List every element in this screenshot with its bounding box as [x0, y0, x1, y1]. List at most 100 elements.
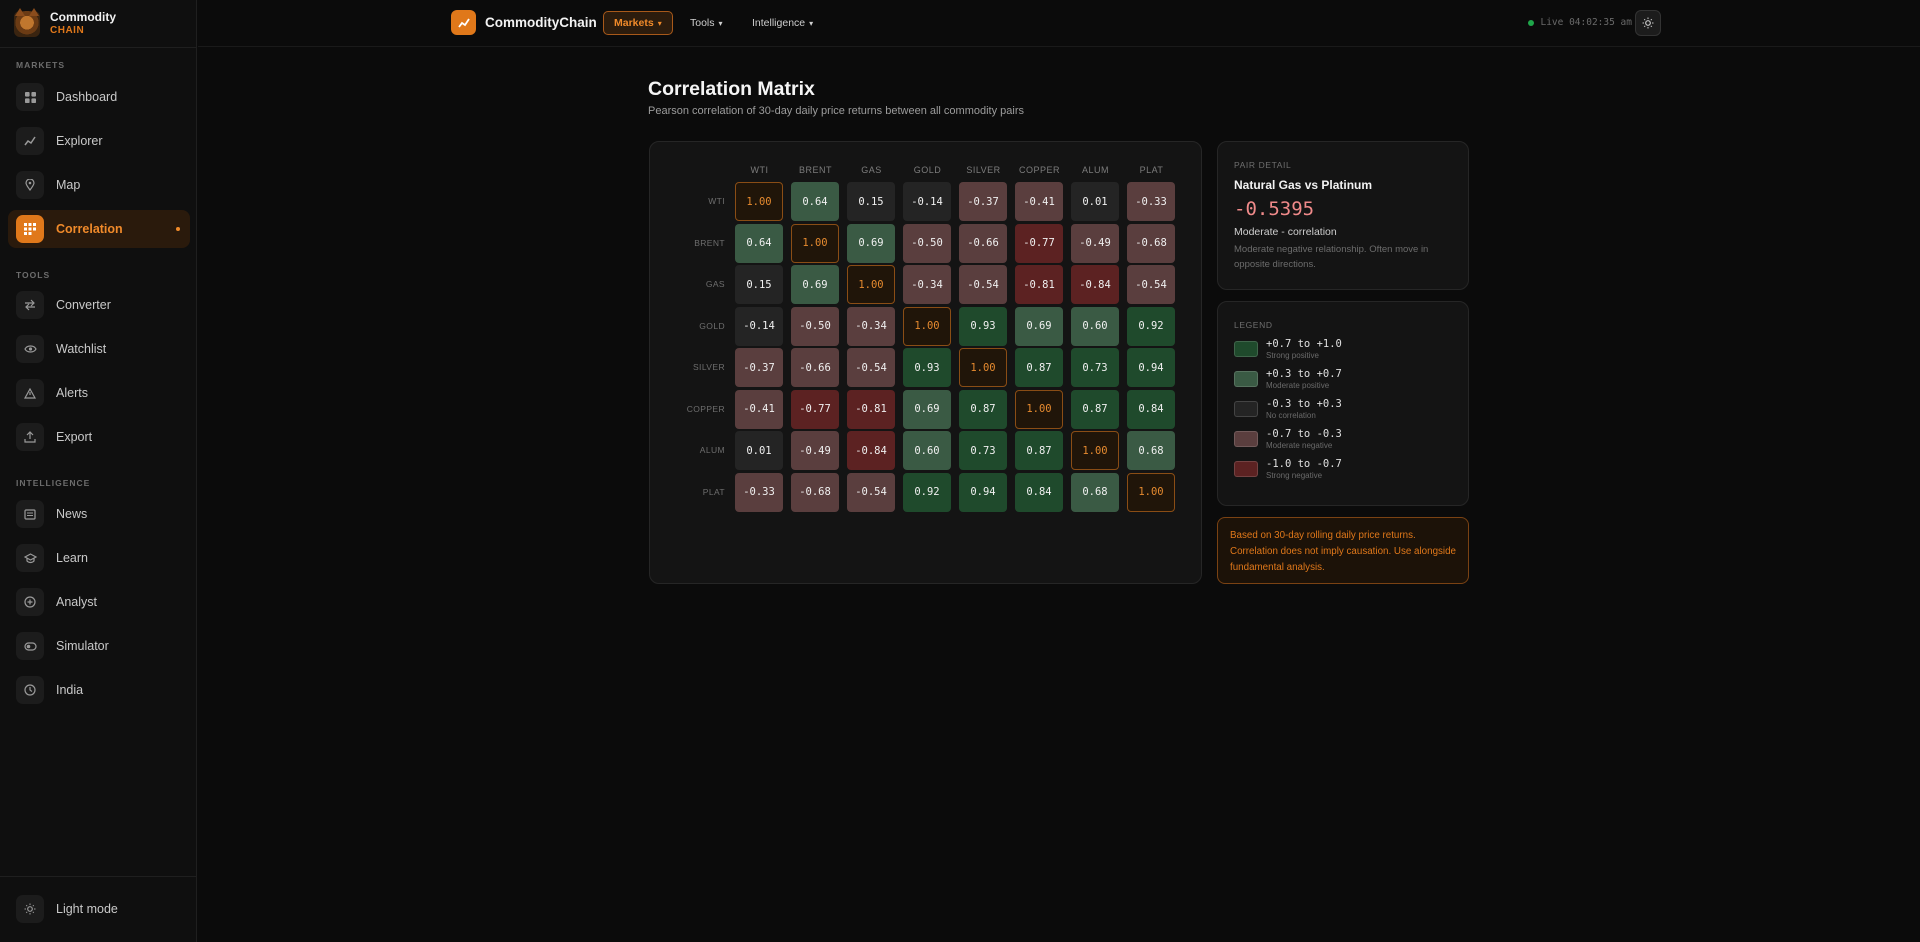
matrix-cell-wti-wti[interactable]: 1.00	[735, 182, 783, 221]
sidebar-item-news[interactable]: News	[8, 495, 190, 533]
sidebar-item-label: India	[56, 683, 84, 697]
row-header-silver: SILVER	[692, 362, 725, 372]
row-header-brent: BRENT	[694, 237, 725, 248]
matrix-cell-gold-copper[interactable]: 0.69	[1015, 306, 1063, 346]
legend-swatch	[1234, 401, 1258, 417]
matrix-cell-brent-wti[interactable]: 0.64	[735, 223, 783, 263]
matrix-cell-plat-silver[interactable]: 0.94	[959, 472, 1007, 512]
matrix-cell-plat-plat[interactable]: 1.00	[1127, 472, 1175, 512]
matrix-cell-copper-copper[interactable]: 1.00	[1015, 389, 1063, 429]
matrix-cell-plat-wti[interactable]: -0.33	[735, 472, 783, 512]
matrix-cell-alum-silver[interactable]: 0.73	[959, 431, 1007, 470]
matrix-cell-brent-brent[interactable]: 1.00	[791, 223, 839, 263]
sidebar-item-correlation[interactable]: Correlation	[8, 210, 190, 248]
matrix-cell-copper-plat[interactable]: 0.84	[1127, 389, 1175, 429]
matrix-cell-wti-gas[interactable]: 0.15	[847, 182, 895, 221]
matrix-cell-plat-gold[interactable]: 0.92	[903, 472, 951, 512]
matrix-cell-silver-wti[interactable]: -0.37	[735, 348, 783, 387]
matrix-cell-gold-gold[interactable]: 1.00	[903, 306, 951, 346]
active-indicator-dot	[176, 227, 180, 231]
matrix-cell-brent-plat[interactable]: -0.68	[1127, 223, 1175, 263]
matrix-cell-alum-wti[interactable]: 0.01	[735, 431, 783, 470]
app-name[interactable]: CommodityChain	[485, 15, 597, 30]
matrix-cell-gas-silver[interactable]: -0.54	[959, 265, 1007, 304]
matrix-cell-silver-copper[interactable]: 0.87	[1015, 348, 1063, 387]
matrix-cell-gold-gas[interactable]: -0.34	[847, 306, 895, 346]
matrix-cell-brent-gas[interactable]: 0.69	[847, 223, 895, 263]
matrix-cell-alum-gas[interactable]: -0.84	[847, 431, 895, 470]
matrix-cell-plat-alum[interactable]: 0.68	[1071, 472, 1119, 512]
matrix-cell-silver-brent[interactable]: -0.66	[791, 348, 839, 387]
sidebar-item-dashboard[interactable]: Dashboard	[8, 78, 190, 116]
matrix-cell-gold-silver[interactable]: 0.93	[959, 306, 1007, 346]
matrix-cell-silver-gold[interactable]: 0.93	[903, 348, 951, 387]
matrix-cell-silver-gas[interactable]: -0.54	[847, 348, 895, 387]
matrix-cell-gold-brent[interactable]: -0.50	[791, 306, 839, 346]
matrix-cell-copper-silver[interactable]: 0.87	[959, 389, 1007, 429]
matrix-cell-gas-alum[interactable]: -0.84	[1071, 265, 1119, 304]
sidebar-item-map[interactable]: Map	[8, 166, 190, 204]
sidebar-item-analyst[interactable]: Analyst	[8, 583, 190, 621]
matrix-cell-gas-copper[interactable]: -0.81	[1015, 265, 1063, 304]
row-header-gold: GOLD	[699, 320, 725, 331]
menu-intelligence[interactable]: Intelligence ▾	[742, 11, 823, 35]
matrix-cell-gold-wti[interactable]: -0.14	[735, 306, 783, 346]
menu-tools[interactable]: Tools ▾	[680, 11, 733, 35]
light-mode-label: Light mode	[56, 902, 118, 916]
sidebar-item-learn[interactable]: Learn	[8, 539, 190, 577]
matrix-cell-gas-gas[interactable]: 1.00	[847, 265, 895, 304]
matrix-cell-brent-silver[interactable]: -0.66	[959, 223, 1007, 263]
menu-markets[interactable]: Markets ▾	[603, 11, 673, 35]
matrix-cell-silver-alum[interactable]: 0.73	[1071, 348, 1119, 387]
matrix-cell-gas-gold[interactable]: -0.34	[903, 265, 951, 304]
legend-item: -0.7 to -0.3 Moderate negative	[1234, 428, 1342, 454]
app-logo-icon[interactable]	[451, 10, 476, 35]
live-clock: Live 04:02:35 am	[1528, 17, 1632, 28]
matrix-cell-plat-brent[interactable]: -0.68	[791, 472, 839, 512]
sun-icon	[16, 895, 44, 923]
matrix-cell-copper-gold[interactable]: 0.69	[903, 389, 951, 429]
matrix-cell-gold-plat[interactable]: 0.92	[1127, 306, 1175, 346]
matrix-cell-alum-alum[interactable]: 1.00	[1071, 431, 1119, 470]
matrix-cell-wti-copper[interactable]: -0.41	[1015, 182, 1063, 221]
matrix-cell-silver-plat[interactable]: 0.94	[1127, 348, 1175, 387]
sidebar-item-label: Explorer	[56, 134, 103, 148]
matrix-cell-silver-silver[interactable]: 1.00	[959, 348, 1007, 387]
matrix-cell-wti-plat[interactable]: -0.33	[1127, 182, 1175, 221]
matrix-cell-gas-brent[interactable]: 0.69	[791, 265, 839, 304]
light-mode-toggle[interactable]: Light mode	[8, 890, 190, 928]
matrix-cell-wti-gold[interactable]: -0.14	[903, 182, 951, 221]
matrix-cell-copper-brent[interactable]: -0.77	[791, 389, 839, 429]
sidebar-item-alerts[interactable]: Alerts	[8, 374, 190, 412]
matrix-cell-brent-alum[interactable]: -0.49	[1071, 223, 1119, 263]
sidebar-item-simulator[interactable]: Simulator	[8, 627, 190, 665]
matrix-cell-alum-brent[interactable]: -0.49	[791, 431, 839, 470]
matrix-cell-gas-plat[interactable]: -0.54	[1127, 265, 1175, 304]
column-header-silver: SILVER	[966, 165, 1001, 175]
matrix-cell-wti-brent[interactable]: 0.64	[791, 182, 839, 221]
matrix-cell-brent-copper[interactable]: -0.77	[1015, 223, 1063, 263]
matrix-cell-copper-alum[interactable]: 0.87	[1071, 389, 1119, 429]
plus-circle-icon	[16, 588, 44, 616]
matrix-cell-gas-wti[interactable]: 0.15	[735, 265, 783, 304]
matrix-cell-copper-gas[interactable]: -0.81	[847, 389, 895, 429]
sidebar-item-converter[interactable]: Converter	[8, 286, 190, 324]
legend-swatch	[1234, 341, 1258, 357]
matrix-cell-copper-wti[interactable]: -0.41	[735, 389, 783, 429]
legend-item: +0.3 to +0.7 Moderate positive	[1234, 368, 1342, 394]
theme-toggle-button[interactable]	[1635, 10, 1661, 36]
matrix-cell-alum-plat[interactable]: 0.68	[1127, 431, 1175, 470]
matrix-cell-wti-silver[interactable]: -0.37	[959, 182, 1007, 221]
sidebar-item-india[interactable]: India	[8, 671, 190, 709]
brand[interactable]: Commodity CHAIN	[0, 0, 196, 48]
matrix-cell-gold-alum[interactable]: 0.60	[1071, 306, 1119, 346]
matrix-cell-alum-gold[interactable]: 0.60	[903, 431, 951, 470]
sidebar-item-export[interactable]: Export	[8, 418, 190, 456]
matrix-cell-brent-gold[interactable]: -0.50	[903, 223, 951, 263]
sidebar-item-explorer[interactable]: Explorer	[8, 122, 190, 160]
matrix-cell-alum-copper[interactable]: 0.87	[1015, 431, 1063, 470]
matrix-cell-plat-copper[interactable]: 0.84	[1015, 472, 1063, 512]
sidebar-item-watchlist[interactable]: Watchlist	[8, 330, 190, 368]
matrix-cell-plat-gas[interactable]: -0.54	[847, 472, 895, 512]
matrix-cell-wti-alum[interactable]: 0.01	[1071, 182, 1119, 221]
